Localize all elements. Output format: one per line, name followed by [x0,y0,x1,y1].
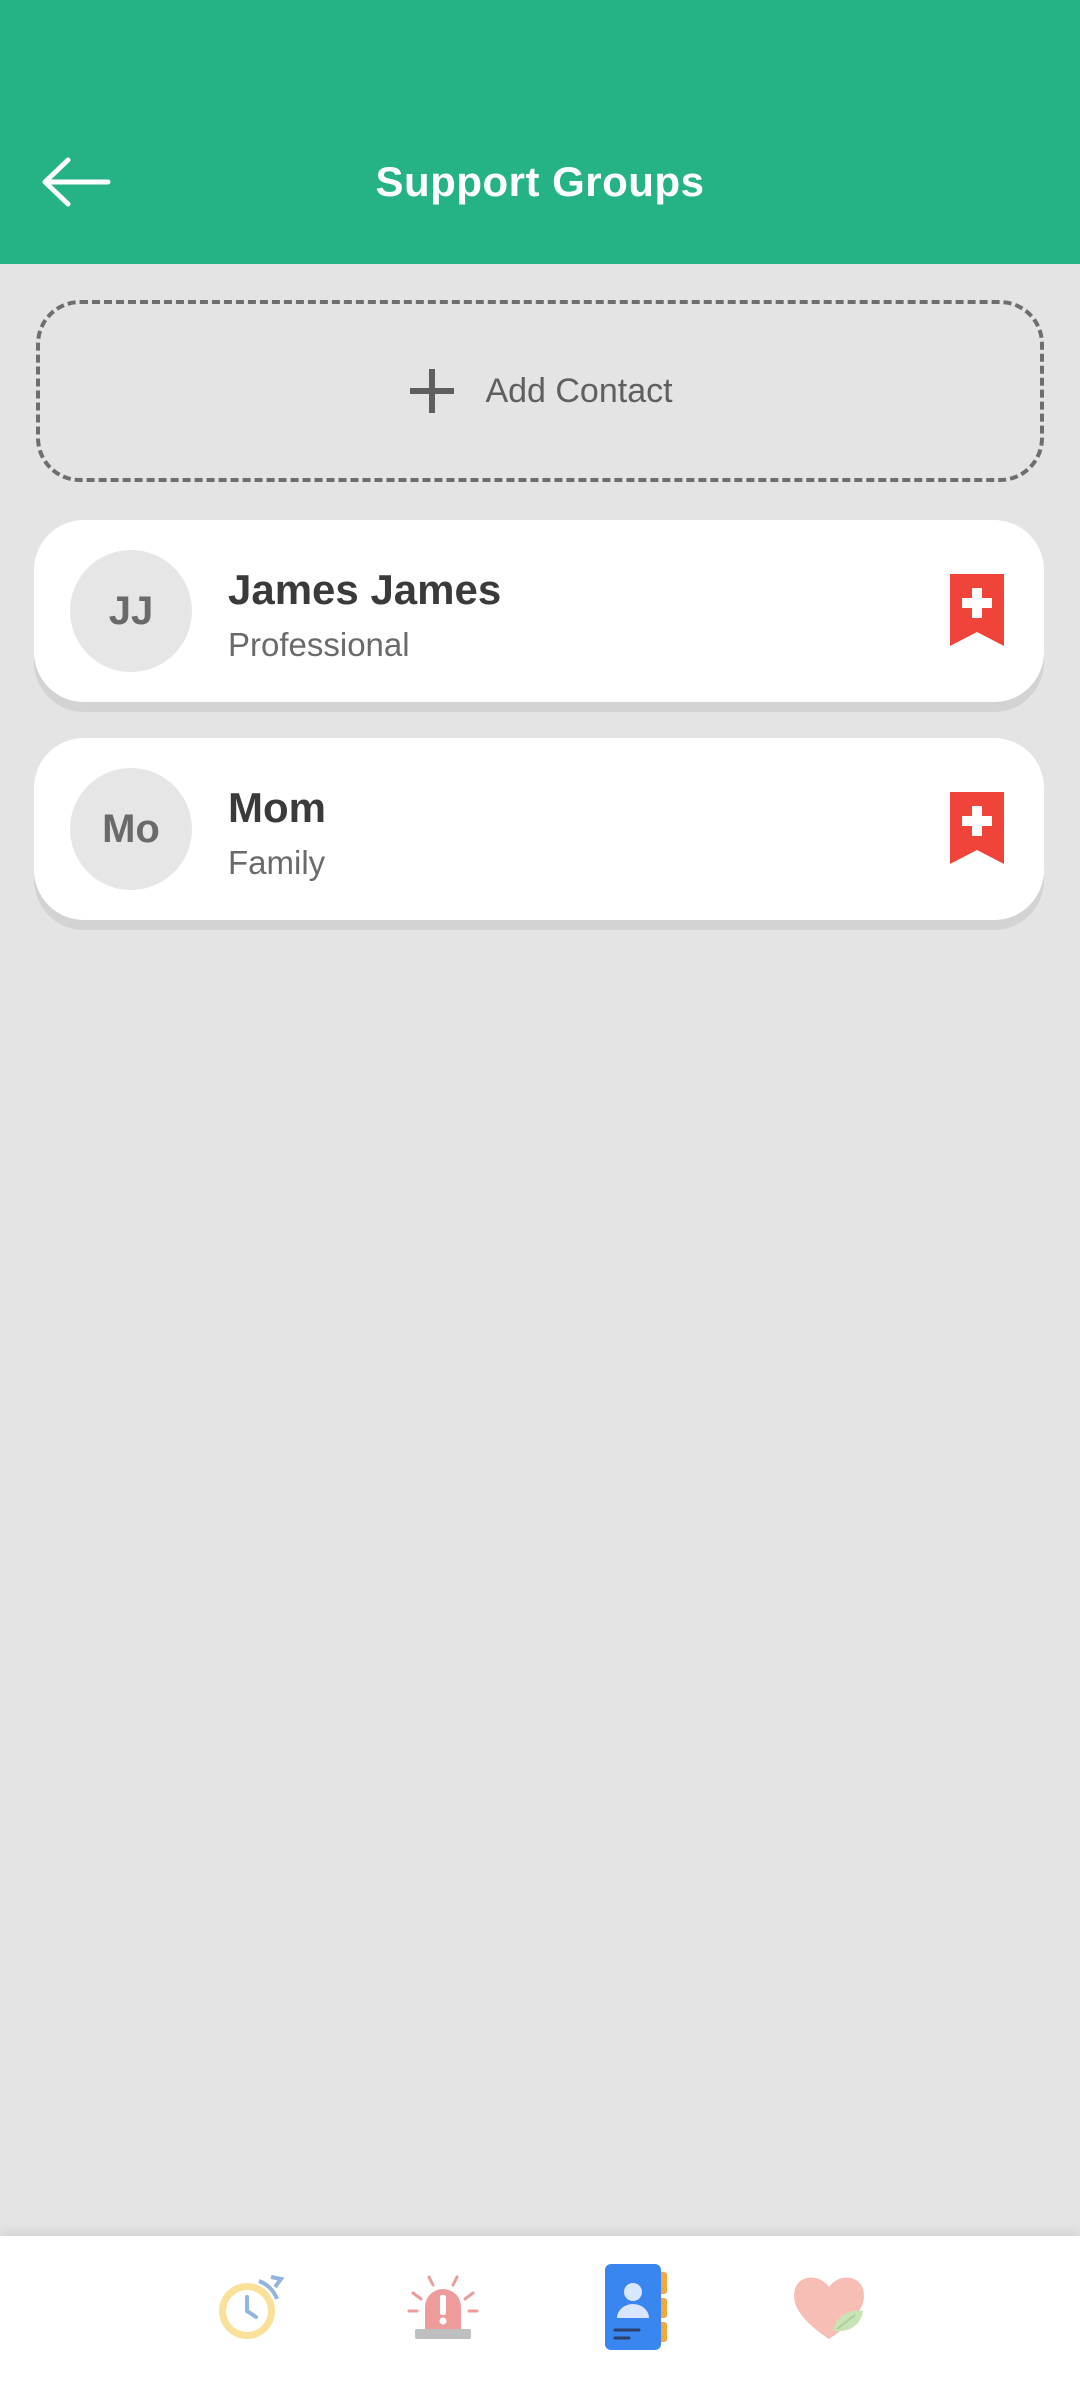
avatar: JJ [70,550,192,672]
page-title: Support Groups [375,158,705,205]
contact-relation: Family [228,844,326,881]
contact-name: James James [228,566,502,613]
contact-relation: Professional [228,626,410,663]
contact-card[interactable]: Mo Mom Family [34,738,1044,920]
plus-icon [407,366,457,416]
contacts-book-icon [599,2262,675,2357]
nav-item-alarm[interactable] [398,2264,488,2354]
app-root: Support Groups Add Contact JJ James Jame… [0,0,1080,2400]
heart-leaf-icon [789,2271,869,2348]
contact-card[interactable]: JJ James James Professional [34,520,1044,702]
add-contact-label: Add Contact [485,371,673,410]
bottom-nav [0,2236,1080,2400]
nav-item-wellbeing[interactable] [784,2264,874,2354]
nav-item-clock[interactable] [206,2264,296,2354]
contact-name: Mom [228,784,326,831]
clock-icon [213,2269,289,2350]
app-header: Support Groups [0,0,1080,264]
add-contact-button[interactable]: Add Contact [36,300,1044,482]
nav-item-contacts[interactable] [592,2262,682,2357]
emergency-bookmark-icon[interactable] [948,792,1006,866]
alarm-siren-icon [403,2271,483,2348]
avatar: Mo [70,768,192,890]
emergency-bookmark-icon[interactable] [948,574,1006,648]
